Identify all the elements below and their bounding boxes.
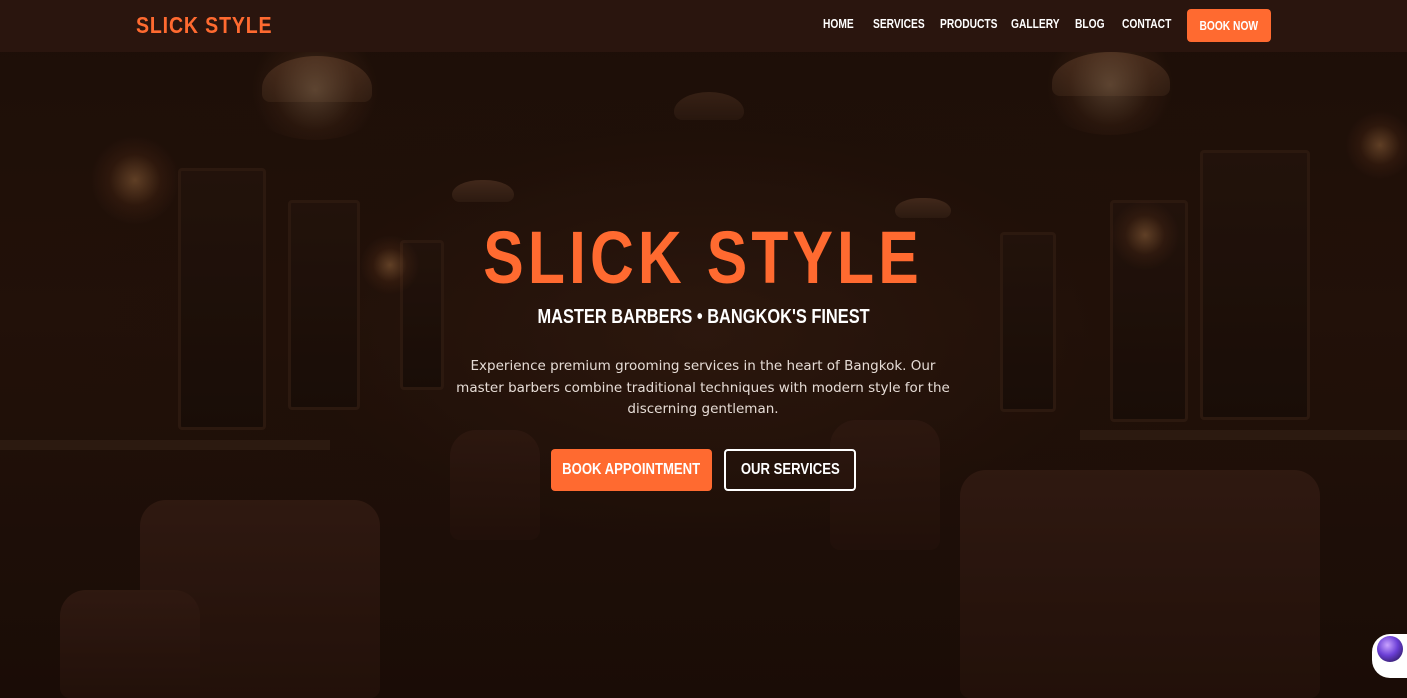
hero-description: Experience premium grooming services in … <box>456 358 950 417</box>
our-services-button[interactable]: OUR SERVICES <box>724 449 856 491</box>
book-appointment-button[interactable]: BOOK APPOINTMENT <box>551 449 712 491</box>
book-now-button[interactable]: BOOK NOW <box>1187 9 1271 42</box>
site-header: SLICK STYLE HOME SERVICES PRODUCTS GALLE… <box>0 0 1407 52</box>
hero-subtitle-text: MASTER BARBERS • BANGKOK'S FINEST <box>537 306 870 328</box>
hero-title: SLICK STYLE <box>0 218 1407 298</box>
hero-subtitle: MASTER BARBERS • BANGKOK'S FINEST <box>0 305 1407 329</box>
book-appointment-label: BOOK APPOINTMENT <box>562 461 701 478</box>
nav-services[interactable]: SERVICES <box>873 17 925 31</box>
book-now-label: BOOK NOW <box>1199 18 1259 33</box>
hero-section: SLICK STYLE MASTER BARBERS • BANGKOK'S F… <box>0 0 1407 698</box>
nav-products[interactable]: PRODUCTS <box>940 17 998 31</box>
site-logo[interactable]: SLICK STYLE <box>136 12 272 39</box>
our-services-label: OUR SERVICES <box>740 461 840 478</box>
nav-contact[interactable]: CONTACT <box>1122 17 1171 31</box>
chat-widget-button[interactable] <box>1372 634 1407 678</box>
chat-assistant-icon <box>1377 636 1403 662</box>
nav-gallery[interactable]: GALLERY <box>1011 17 1060 31</box>
hero-title-text: SLICK STYLE <box>483 216 924 299</box>
nav-home[interactable]: HOME <box>823 17 854 31</box>
nav-blog[interactable]: BLOG <box>1075 17 1105 31</box>
